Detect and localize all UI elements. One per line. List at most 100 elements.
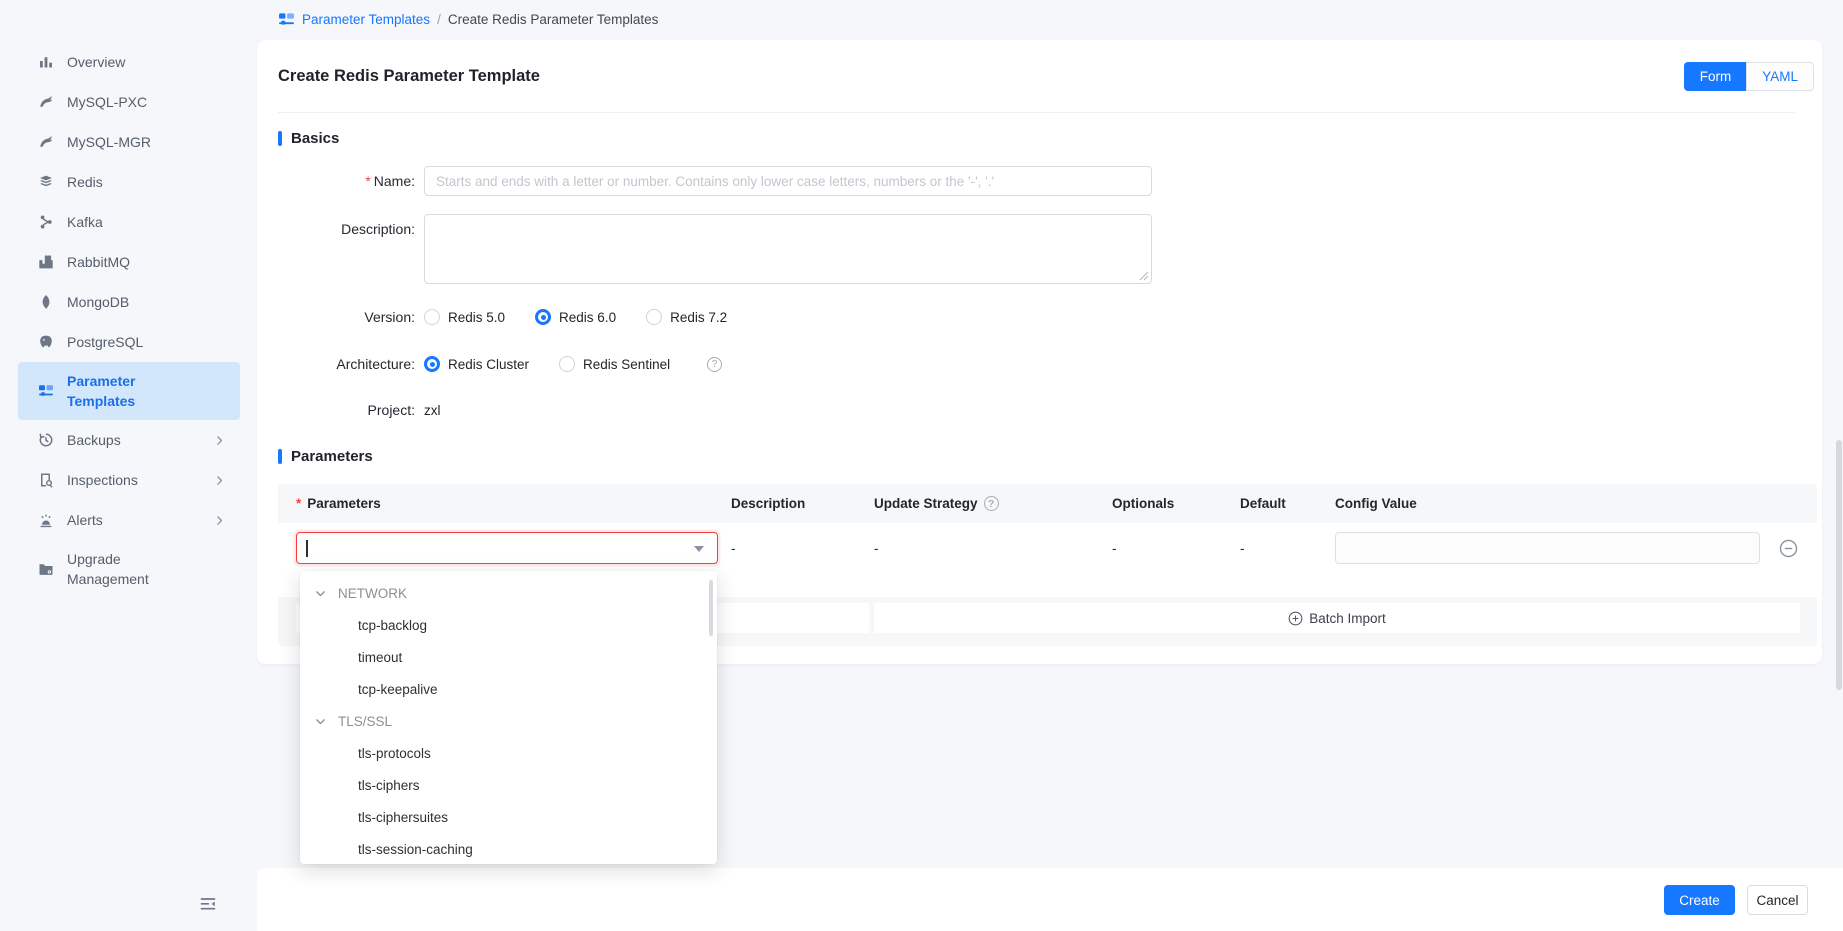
name-row: *Name: [278,166,1152,196]
overview-icon [38,54,54,70]
text-cursor [306,540,308,557]
column-header-label: Description [731,496,805,511]
dropdown-item-tls-session-caching[interactable]: tls-session-caching [300,833,717,865]
page-title: Create Redis Parameter Template [278,67,540,86]
view-toggle-form[interactable]: Form [1684,62,1747,91]
radio-icon[interactable] [424,356,440,372]
dropdown-group-label: NETWORK [338,586,407,601]
kafka-icon [38,214,54,230]
architecture-radio-group: Redis Cluster Redis Sentinel? [424,356,752,372]
sidebar-item-alerts[interactable]: Alerts [18,500,240,540]
column-header-optionals: Optionals [1112,484,1174,523]
batch-import-button[interactable]: Batch Import [874,603,1800,633]
version-option-redis-5-0[interactable]: Redis 5.0 [424,309,505,325]
mysql-icon [38,134,54,150]
help-icon[interactable]: ? [984,496,999,511]
backups-icon [38,432,54,448]
create-button[interactable]: Create [1664,885,1735,915]
dropdown-item-tcp-backlog[interactable]: tcp-backlog [300,609,717,641]
sidebar-item-backups[interactable]: Backups [18,420,240,460]
dropdown-scrollbar[interactable] [709,580,713,636]
parameter-templates-icon [38,383,54,399]
radio-label: Redis 5.0 [448,310,505,325]
description-cell: - [731,523,736,573]
upgrade-icon [38,561,54,577]
version-option-redis-6-0[interactable]: Redis 6.0 [535,309,616,325]
version-label: Version: [278,309,415,325]
sidebar-item-redis[interactable]: Redis [18,162,240,202]
mysql-icon [38,94,54,110]
column-header-label: Update Strategy [874,496,978,511]
chevron-right-icon [213,434,226,447]
resize-grip-icon[interactable] [1139,271,1149,281]
batch-import-label: Batch Import [1309,611,1386,626]
dropdown-item-tls-ciphers[interactable]: tls-ciphers [300,769,717,801]
breadcrumb-separator: / [437,12,441,27]
basics-section-header: Basics [278,130,339,146]
column-header-label: Default [1240,496,1286,511]
version-radio-group: Redis 5.0 Redis 6.0 Redis 7.2 [424,309,757,325]
architecture-option-redis-cluster[interactable]: Redis Cluster [424,356,529,372]
view-toggle-yaml[interactable]: YAML [1746,62,1814,91]
sidebar-menu: OverviewMySQL-PXC MySQL-MGR RedisKafkaRabb… [0,0,240,598]
radio-icon[interactable] [424,309,440,325]
sidebar-item-inspections[interactable]: Inspections [18,460,240,500]
plus-circle-icon [1288,611,1303,626]
sidebar-item-postgresql[interactable]: PostgreSQL [18,322,240,362]
inspections-icon [38,472,54,488]
sidebar-item-mysql-mgr[interactable]: MySQL-MGR [18,122,240,162]
sidebar-item-mysql-pxc[interactable]: MySQL-PXC [18,82,240,122]
sidebar-item-label: Upgrade Management [67,549,163,589]
chevron-down-icon [314,587,327,600]
config-value-input[interactable] [1335,532,1760,564]
dropdown-group-network[interactable]: NETWORK [300,577,717,609]
column-header-update-strategy: Update Strategy? [874,484,999,523]
description-textarea[interactable] [424,214,1152,284]
project-label: Project: [278,402,415,418]
cancel-button[interactable]: Cancel [1747,885,1808,915]
page-scrollbar[interactable] [1836,440,1842,690]
sidebar-item-parameter-templates[interactable]: Parameter Templates [18,362,240,420]
breadcrumb-link[interactable]: Parameter Templates [302,12,430,27]
dropdown-group-tls-ssl[interactable]: TLS/SSL [300,705,717,737]
architecture-option-redis-sentinel[interactable]: Redis Sentinel [559,356,670,372]
section-accent-bar [278,131,282,146]
dropdown-item-tls-protocols[interactable]: tls-protocols [300,737,717,769]
parameter-select-dropdown: NETWORK tcp-backlogtimeouttcp-keepalive TL… [300,571,717,864]
sidebar-item-rabbitmq[interactable]: RabbitMQ [18,242,240,282]
update-strategy-cell: - [874,523,879,573]
dropdown-group-label: TLS/SSL [338,714,392,729]
column-header-parameters: *Parameters [296,484,381,523]
column-header-label: Optionals [1112,496,1174,511]
header-divider [278,112,1795,113]
description-label: Description: [278,214,415,237]
postgresql-icon [38,334,54,350]
basics-section-title: Basics [291,130,339,147]
column-header-label: Config Value [1335,496,1417,511]
version-option-redis-7-2[interactable]: Redis 7.2 [646,309,727,325]
remove-row-button[interactable] [1779,539,1798,558]
radio-icon[interactable] [535,309,551,325]
sidebar-item-mongodb[interactable]: MongoDB [18,282,240,322]
sidebar-item-label: Alerts [67,510,103,530]
name-label: *Name: [278,173,415,189]
mongodb-icon [38,294,54,310]
card-header: Create Redis Parameter Template FormYAML [278,40,1814,112]
dropdown-item-tls-ciphersuites[interactable]: tls-ciphersuites [300,801,717,833]
sidebar-collapse-button[interactable] [199,895,217,912]
dropdown-item-timeout[interactable]: timeout [300,641,717,673]
sidebar-item-upgrade-management[interactable]: Upgrade Management [18,540,240,598]
radio-label: Redis 7.2 [670,310,727,325]
alerts-icon [38,512,54,528]
name-input[interactable] [424,166,1152,196]
radio-icon[interactable] [559,356,575,372]
parameter-select[interactable] [296,532,718,564]
sidebar-item-overview[interactable]: Overview [18,42,240,82]
sidebar-item-label: MySQL-MGR [67,132,151,152]
radio-icon[interactable] [646,309,662,325]
sidebar-item-kafka[interactable]: Kafka [18,202,240,242]
help-icon[interactable]: ? [707,357,722,372]
parameters-section-header: Parameters [278,448,373,464]
chevron-right-icon [213,474,226,487]
dropdown-item-tcp-keepalive[interactable]: tcp-keepalive [300,673,717,705]
